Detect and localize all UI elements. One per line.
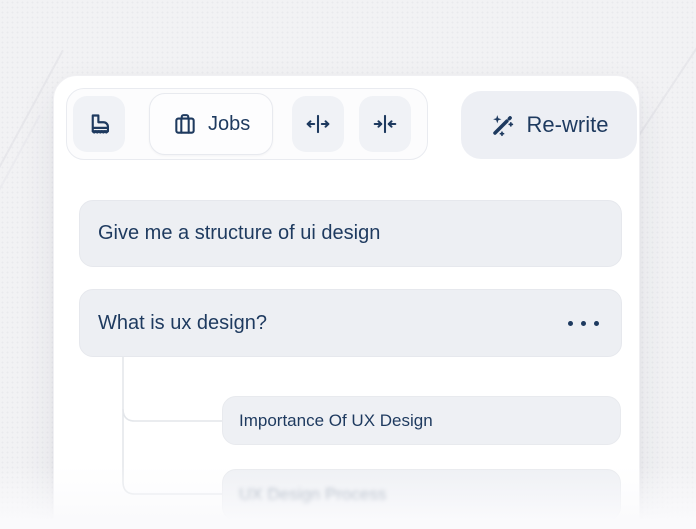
prompt-node-1-text: Give me a structure of ui design: [98, 222, 380, 245]
expand-horizontal-button[interactable]: [292, 96, 344, 152]
tree-connector: [111, 351, 231, 529]
fold-horizontal-icon: [372, 111, 398, 137]
prompt-node-2-text: What is ux design?: [98, 312, 267, 335]
unfold-horizontal-icon: [305, 111, 331, 137]
result-node-2-text: UX Design Process: [239, 485, 386, 505]
mindmap-card: Jobs: [53, 75, 640, 529]
collapse-horizontal-button[interactable]: [359, 96, 411, 152]
app-canvas: Jobs: [0, 0, 696, 529]
toolbar: Jobs: [66, 88, 428, 160]
boot-button[interactable]: [73, 96, 125, 152]
result-node-2-generating[interactable]: UX Design Process: [222, 469, 621, 521]
jobs-button[interactable]: Jobs: [149, 93, 273, 155]
rewrite-button-label: Re-write: [527, 112, 609, 138]
prompt-node-1[interactable]: Give me a structure of ui design: [79, 200, 622, 267]
wand-sparkles-icon: [490, 113, 515, 138]
result-node-1[interactable]: Importance Of UX Design: [222, 396, 621, 445]
prompt-node-2[interactable]: What is ux design?: [79, 289, 622, 357]
boot-icon: [86, 111, 113, 138]
briefcase-icon: [172, 111, 198, 137]
result-node-1-text: Importance Of UX Design: [239, 411, 433, 431]
jobs-button-label: Jobs: [208, 113, 250, 136]
background-diagonal-left-2: [0, 115, 41, 204]
ellipsis-icon[interactable]: [564, 311, 603, 336]
rewrite-button[interactable]: Re-write: [461, 91, 637, 159]
